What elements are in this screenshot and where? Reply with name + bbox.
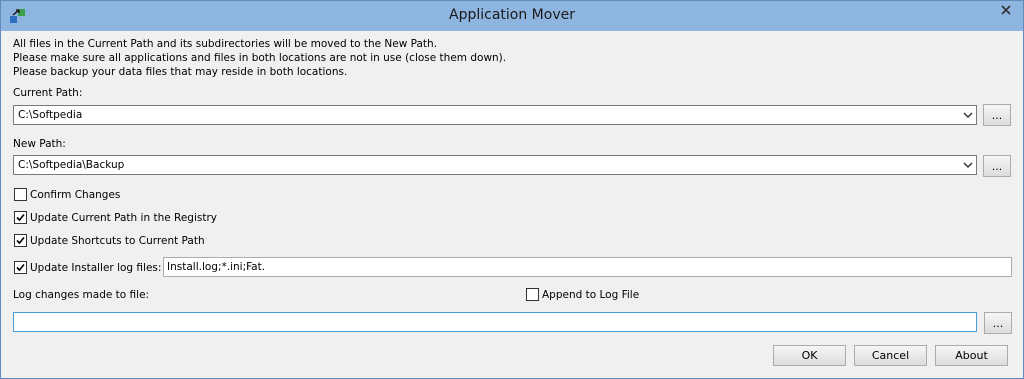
window-title: Application Mover [449, 7, 575, 23]
title-bar: Application Mover [1, 1, 1023, 31]
append-log-checkbox[interactable] [526, 288, 539, 301]
cancel-button[interactable]: Cancel [854, 345, 927, 366]
dialog-content: All files in the Current Path and its su… [9, 31, 1015, 372]
close-button[interactable] [989, 1, 1023, 21]
update-registry-label: Update Current Path in the Registry [30, 211, 218, 224]
new-path-value: C:\Softpedia\Backup [18, 159, 125, 171]
current-path-value: C:\Softpedia [18, 109, 83, 121]
checkmark-icon [16, 236, 25, 245]
chevron-down-icon [962, 109, 974, 121]
info-line-3: Please backup your data files that may r… [13, 66, 348, 78]
update-installer-logs-option[interactable]: Update Installer log files: [14, 261, 161, 274]
checkmark-icon [16, 213, 25, 222]
current-path-browse-button[interactable]: ... [983, 104, 1011, 126]
ok-button[interactable]: OK [773, 345, 846, 366]
confirm-changes-label: Confirm Changes [30, 188, 121, 201]
installer-log-files-value: Install.log;*.ini;Fat. [167, 261, 266, 273]
close-icon [1000, 4, 1012, 19]
append-log-label: Append to Log File [542, 288, 640, 301]
info-line-1: All files in the Current Path and its su… [13, 38, 438, 50]
current-path-combo[interactable]: C:\Softpedia [13, 105, 977, 125]
update-registry-option[interactable]: Update Current Path in the Registry [14, 211, 217, 224]
log-file-browse-button[interactable]: ... [984, 312, 1012, 334]
update-shortcuts-checkbox[interactable] [14, 234, 27, 247]
update-shortcuts-option[interactable]: Update Shortcuts to Current Path [14, 234, 205, 247]
append-log-option[interactable]: Append to Log File [526, 288, 639, 301]
info-text: All files in the Current Path and its su… [13, 37, 506, 79]
installer-log-files-input[interactable]: Install.log;*.ini;Fat. [163, 257, 1012, 277]
application-window: Application Mover All files in the Curre… [0, 0, 1024, 379]
new-path-label: New Path: [13, 138, 66, 150]
update-installer-logs-label: Update Installer log files: [30, 261, 162, 274]
update-shortcuts-label: Update Shortcuts to Current Path [30, 234, 205, 247]
new-path-combo[interactable]: C:\Softpedia\Backup [13, 155, 977, 175]
info-line-2: Please make sure all applications and fi… [13, 52, 507, 64]
chevron-down-icon [962, 159, 974, 171]
update-registry-checkbox[interactable] [14, 211, 27, 224]
log-changes-label: Log changes made to file: [13, 289, 150, 301]
current-path-label: Current Path: [13, 87, 83, 99]
log-file-input[interactable] [13, 312, 977, 332]
confirm-changes-option[interactable]: Confirm Changes [14, 188, 120, 201]
new-path-browse-button[interactable]: ... [983, 155, 1011, 177]
checkmark-icon [16, 263, 25, 272]
about-button[interactable]: About [935, 345, 1008, 366]
update-installer-logs-checkbox[interactable] [14, 261, 27, 274]
confirm-changes-checkbox[interactable] [14, 188, 27, 201]
